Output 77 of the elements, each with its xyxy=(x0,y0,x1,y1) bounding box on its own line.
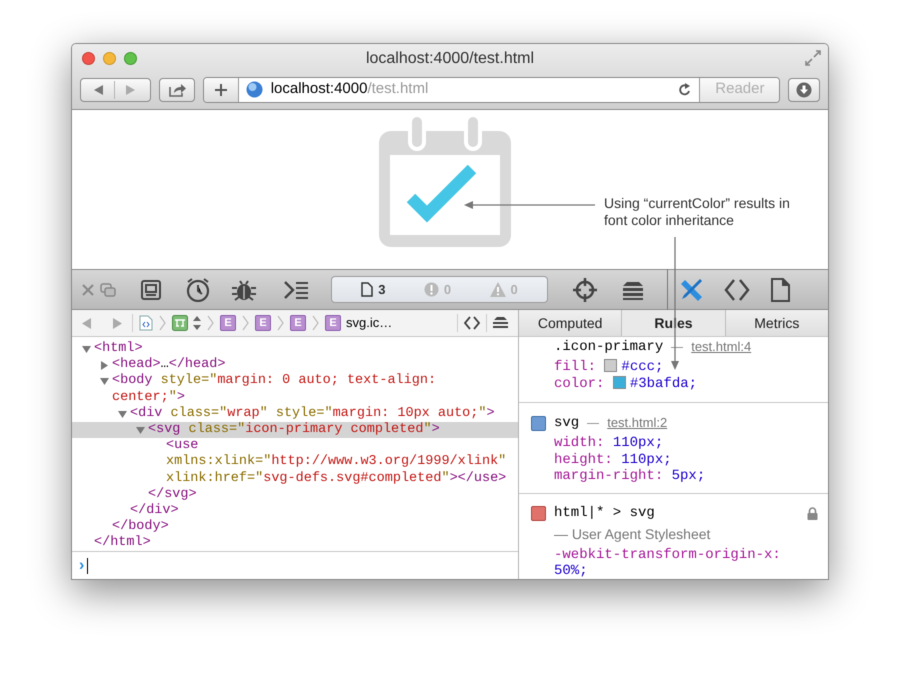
console-icon[interactable] xyxy=(283,280,309,300)
color-swatch[interactable] xyxy=(612,376,626,388)
window-title: localhost:4000/test.html xyxy=(364,48,536,68)
globe-icon xyxy=(246,81,263,98)
color-swatch[interactable] xyxy=(604,359,618,372)
download-icon xyxy=(796,82,812,98)
document-icon[interactable] xyxy=(770,278,790,302)
layers-icon[interactable] xyxy=(621,280,645,300)
address-field[interactable]: localhost:4000/test.html Reader xyxy=(202,76,780,102)
reload-icon[interactable] xyxy=(678,82,692,96)
chevron-icon xyxy=(277,315,284,331)
expanded-triangle-icon[interactable] xyxy=(100,377,109,386)
share-icon xyxy=(168,82,186,96)
bug-icon[interactable] xyxy=(231,278,257,302)
collapsed-triangle-icon[interactable] xyxy=(100,361,109,370)
markup-line[interactable]: </div> xyxy=(130,503,179,520)
back-forward-button[interactable] xyxy=(80,78,152,102)
share-button[interactable] xyxy=(159,78,195,102)
css-declaration[interactable]: margin-right: 5px; xyxy=(554,468,818,484)
crosshair-icon[interactable] xyxy=(572,276,598,302)
css-declaration[interactable]: height: 110px; xyxy=(554,452,818,468)
console-prompt: › xyxy=(79,558,84,574)
css-declaration[interactable]: color: #3bafda; xyxy=(554,376,818,392)
sidebar-tab[interactable]: Computed xyxy=(519,310,622,336)
css-declaration[interactable]: fill: #ccc; xyxy=(554,359,818,376)
add-tab-button[interactable] xyxy=(204,78,239,102)
warning-icon xyxy=(490,282,506,297)
stylesheet-origin: — User Agent Stylesheet xyxy=(553,524,712,544)
code-brackets-icon[interactable] xyxy=(464,316,480,330)
markup-line[interactable]: </body> xyxy=(112,519,169,536)
chevron-icon xyxy=(159,315,166,331)
chevron-icon xyxy=(207,315,214,331)
text-cursor xyxy=(87,558,88,574)
back-arrow-icon[interactable] xyxy=(94,84,104,94)
code-brackets-icon[interactable] xyxy=(724,278,750,302)
css-selector: svg xyxy=(554,414,580,432)
chevron-icon xyxy=(312,315,319,331)
css-selector: .icon-primary xyxy=(554,338,664,356)
markup-line[interactable]: <div class="wrap" style="margin: 10px auto;"> xyxy=(130,406,495,422)
source-link[interactable]: test.html:2 xyxy=(607,413,668,433)
plus-icon xyxy=(214,84,227,96)
markup-line[interactable]: <use xmlns:xlink="http://www.w3.org/1999/xlink" xlink:href="svg-defs.svg#completed"></use> xyxy=(166,438,512,487)
sidebar-tab[interactable]: Metrics xyxy=(726,310,828,336)
zoom-button[interactable] xyxy=(124,52,137,65)
markup-line[interactable]: <html> xyxy=(94,341,143,358)
css-selector: html|* > svg xyxy=(554,504,655,523)
css-declaration[interactable]: -webkit-transform-origin-x: 50%; xyxy=(554,546,818,579)
rule-type-icon xyxy=(531,416,546,430)
count-text: 3 xyxy=(378,280,386,299)
document-icon xyxy=(361,282,374,297)
close-button[interactable] xyxy=(82,52,95,65)
layout-icon[interactable] xyxy=(172,315,188,331)
clock-icon[interactable] xyxy=(185,278,211,302)
resources-icon[interactable] xyxy=(140,278,162,300)
expanded-triangle-icon[interactable] xyxy=(82,345,91,354)
count-text: 0 xyxy=(510,280,518,299)
chevron-icon xyxy=(242,315,249,331)
downloads-button[interactable] xyxy=(788,78,820,102)
status-summary[interactable]: 3 0 0 xyxy=(331,276,548,303)
css-declaration[interactable]: width: 110px; xyxy=(554,435,818,452)
url-host: localhost:4000 xyxy=(270,79,368,100)
count-text: 0 xyxy=(444,280,452,299)
rule-type-icon xyxy=(531,506,546,521)
markup-line[interactable]: </html> xyxy=(94,535,151,551)
markup-line[interactable]: </svg> xyxy=(148,486,197,504)
markup-line[interactable]: <body style="margin: 0 auto; text-align: center;"> xyxy=(112,373,512,406)
url-path: /test.html xyxy=(367,79,428,100)
sort-arrows-icon[interactable] xyxy=(193,316,201,330)
source-link[interactable]: test.html:4 xyxy=(691,337,752,357)
annotation-text: Using “currentColor” results in font color inheritance xyxy=(604,195,790,229)
markup-line[interactable]: <head>…</head> xyxy=(112,357,226,374)
breadcrumb-label[interactable]: svg.ic… xyxy=(346,313,392,333)
undock-icon[interactable] xyxy=(100,282,116,296)
layers-icon[interactable] xyxy=(493,317,508,329)
fullscreen-icon[interactable] xyxy=(805,50,821,66)
document-icon[interactable] xyxy=(139,315,153,331)
error-icon xyxy=(424,282,439,297)
